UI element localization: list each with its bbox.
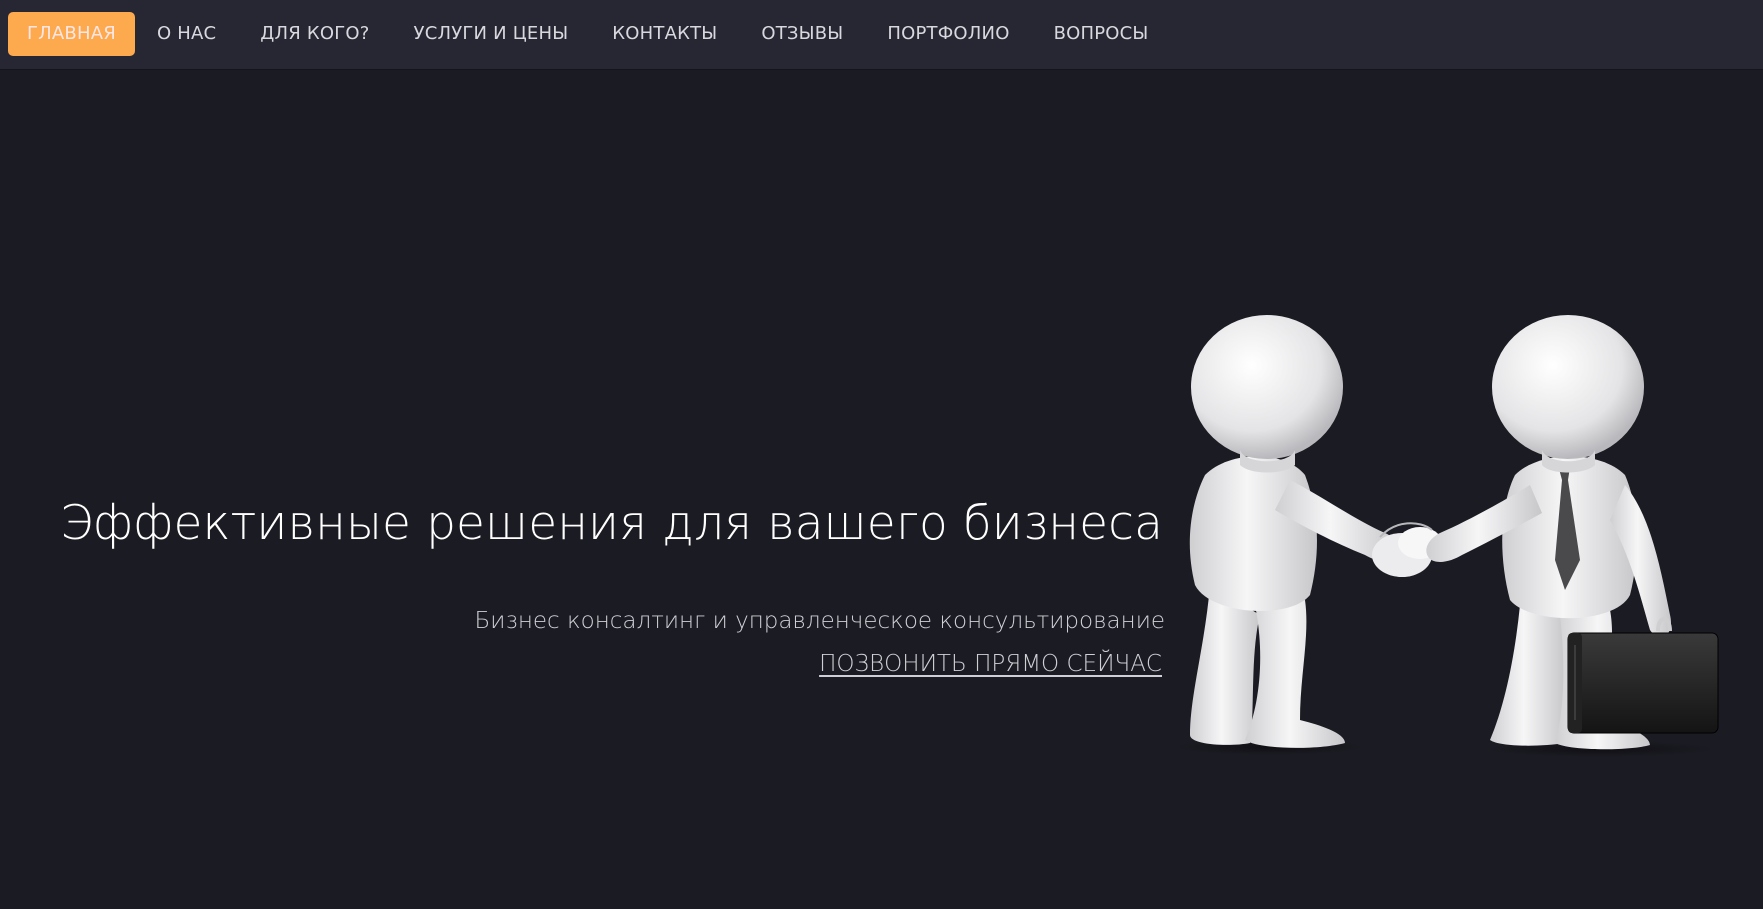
top-navbar: ГЛАВНАЯ О НАС ДЛЯ КОГО? УСЛУГИ И ЦЕНЫ КО… [0, 0, 1763, 69]
hero-subtitle: Бизнес консалтинг и управленческое консу… [474, 608, 1165, 634]
handshake-figures-illustration [1175, 315, 1719, 757]
nav-item-services-prices[interactable]: УСЛУГИ И ЦЕНЫ [392, 12, 591, 56]
hero-title: Эффективные решения для вашего бизнеса [60, 496, 1163, 551]
nav-item-faq[interactable]: ВОПРОСЫ [1032, 12, 1171, 56]
briefcase-icon [1567, 617, 1719, 734]
nav-item-reviews[interactable]: ОТЗЫВЫ [739, 12, 865, 56]
nav-item-home[interactable]: ГЛАВНАЯ [8, 12, 135, 56]
nav-item-portfolio[interactable]: ПОРТФОЛИО [865, 12, 1031, 56]
left-figure-torso [1189, 456, 1317, 612]
main-nav: ГЛАВНАЯ О НАС ДЛЯ КОГО? УСЛУГИ И ЦЕНЫ КО… [8, 12, 1171, 56]
left-figure [1189, 315, 1399, 748]
call-now-link[interactable]: ПОЗВОНИТЬ ПРЯМО СЕЙЧАС [819, 646, 1162, 682]
left-figure-head [1191, 315, 1343, 459]
nav-item-contacts[interactable]: КОНТАКТЫ [590, 12, 739, 56]
nav-item-about[interactable]: О НАС [135, 12, 238, 56]
nav-item-audience[interactable]: ДЛЯ КОГО? [238, 12, 391, 56]
right-figure-head [1492, 315, 1644, 459]
left-figure-front-leg [1245, 600, 1345, 748]
right-figure-back-leg [1490, 605, 1565, 746]
